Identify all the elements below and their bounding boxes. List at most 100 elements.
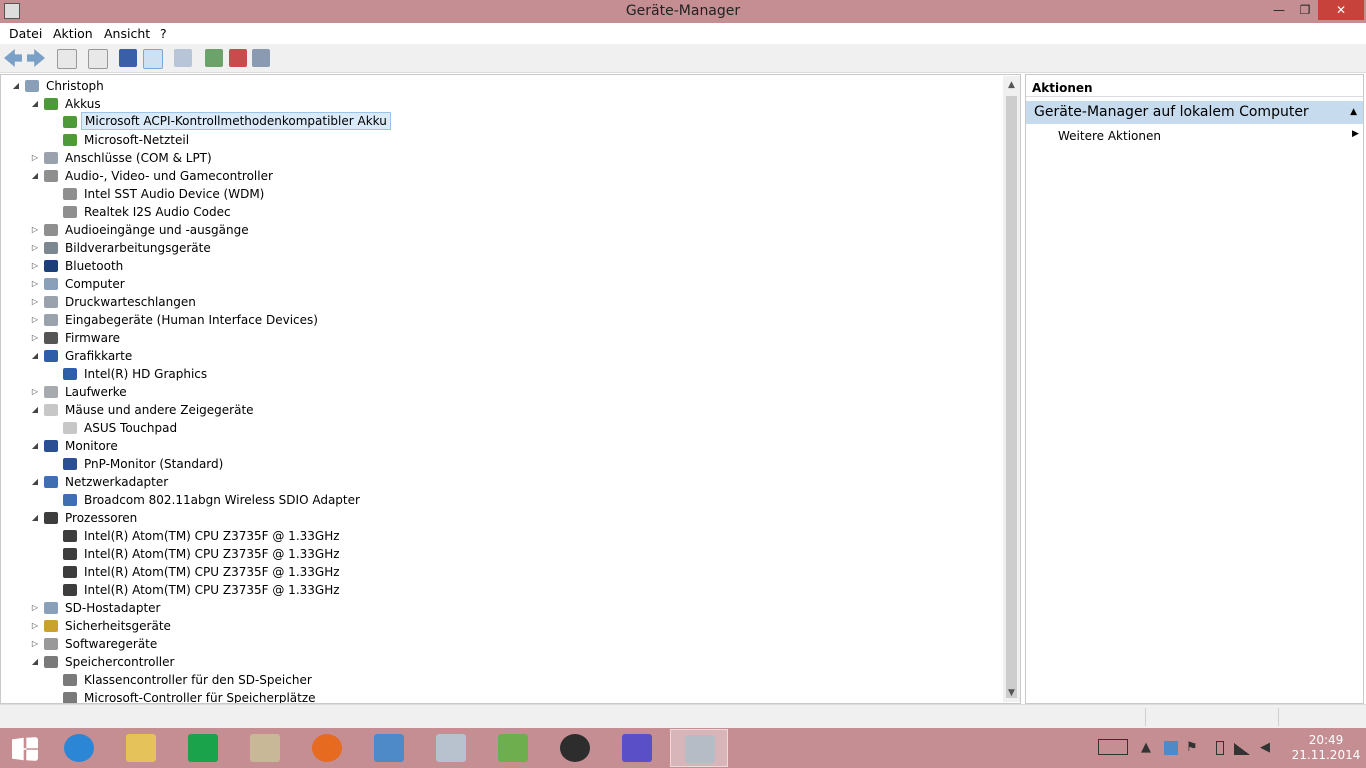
hid-icon bbox=[44, 314, 58, 326]
actions-section-header[interactable]: Geräte-Manager auf lokalem Computer ▲ bbox=[1026, 101, 1363, 124]
scroll-up-icon[interactable]: ▲ bbox=[1003, 80, 1020, 90]
properties-icon[interactable] bbox=[143, 49, 163, 69]
submenu-arrow-icon[interactable]: ▶ bbox=[1352, 129, 1359, 139]
menu-datei[interactable]: Datei bbox=[9, 26, 42, 41]
expand-arrow-icon[interactable]: ▷ bbox=[30, 149, 40, 167]
collapse-arrow-icon[interactable]: ◢ bbox=[11, 77, 21, 95]
taskbar-spotify[interactable] bbox=[546, 729, 604, 767]
tree-node-label: Anschlüsse (COM & LPT) bbox=[65, 151, 212, 165]
taskbar-resource-monitor[interactable] bbox=[422, 729, 480, 767]
collapse-arrow-icon[interactable]: ◢ bbox=[30, 167, 40, 185]
speaker-icon bbox=[63, 188, 77, 200]
printer-icon bbox=[44, 296, 58, 308]
up-level-icon[interactable] bbox=[57, 49, 77, 69]
tree-node-label: Audioeingänge und -ausgänge bbox=[65, 223, 249, 237]
firefox-icon bbox=[312, 734, 342, 762]
actions-pane: Aktionen Geräte-Manager auf lokalem Comp… bbox=[1025, 74, 1364, 704]
back-icon[interactable] bbox=[4, 49, 22, 67]
expand-arrow-icon[interactable]: ▷ bbox=[30, 293, 40, 311]
taskbar-control-panel[interactable] bbox=[360, 729, 418, 767]
title-bar: Geräte-Manager — ❐ ✕ bbox=[0, 0, 1366, 23]
more-actions-link[interactable]: Weitere Aktionen bbox=[1058, 129, 1161, 143]
tree-node-label: Eingabegeräte (Human Interface Devices) bbox=[65, 313, 318, 327]
security-icon bbox=[44, 620, 58, 632]
tree-node-label: Sicherheitsgeräte bbox=[65, 619, 171, 633]
menu-ansicht[interactable]: Ansicht bbox=[104, 26, 150, 41]
taskbar-store[interactable] bbox=[174, 729, 232, 767]
expand-arrow-icon[interactable]: ▷ bbox=[30, 311, 40, 329]
collapse-arrow-icon[interactable]: ◢ bbox=[30, 509, 40, 527]
expand-arrow-icon[interactable]: ▷ bbox=[30, 635, 40, 653]
flag-icon[interactable]: ⚑ bbox=[1186, 740, 1198, 755]
taskbar-file-explorer[interactable] bbox=[112, 729, 170, 767]
signal-icon[interactable] bbox=[1234, 743, 1250, 755]
menu-aktion[interactable]: Aktion bbox=[53, 26, 93, 41]
spotify-icon bbox=[560, 734, 590, 762]
uninstall-icon[interactable] bbox=[229, 49, 247, 67]
keyboard-icon[interactable] bbox=[1098, 739, 1128, 755]
collapse-arrow-icon[interactable]: ◢ bbox=[30, 437, 40, 455]
collapse-icon[interactable]: ▲ bbox=[1350, 101, 1357, 124]
tree-node-label: Netzwerkadapter bbox=[65, 475, 169, 489]
taskbar-disk-cleanup[interactable] bbox=[484, 729, 542, 767]
taskbar-settings[interactable] bbox=[608, 729, 666, 767]
collapse-arrow-icon[interactable]: ◢ bbox=[30, 653, 40, 671]
expand-arrow-icon[interactable]: ▷ bbox=[30, 257, 40, 275]
show-hide-tree-icon[interactable] bbox=[88, 49, 108, 69]
actions-header: Aktionen bbox=[1026, 75, 1363, 97]
tree-node-label: Audio-, Video- und Gamecontroller bbox=[65, 169, 273, 183]
tree-node-label: Grafikkarte bbox=[65, 349, 133, 363]
tree-node-label: Bildverarbeitungsgeräte bbox=[65, 241, 211, 255]
expand-arrow-icon[interactable]: ▷ bbox=[30, 599, 40, 617]
expand-arrow-icon[interactable]: ▷ bbox=[30, 239, 40, 257]
scroll-thumb[interactable] bbox=[1006, 96, 1017, 698]
mouse-icon bbox=[44, 404, 58, 416]
tree-node-label: Bluetooth bbox=[65, 259, 124, 273]
windows-logo-icon bbox=[12, 737, 38, 761]
tree-scrollbar[interactable]: ▲ ▼ bbox=[1003, 76, 1020, 702]
scroll-down-icon[interactable]: ▼ bbox=[1003, 688, 1020, 698]
battery-tray-icon[interactable] bbox=[1216, 741, 1224, 755]
update-driver-icon[interactable] bbox=[205, 49, 223, 67]
store-icon bbox=[188, 734, 218, 762]
show-hidden-icons-icon[interactable]: ▲ bbox=[1141, 740, 1151, 755]
expand-arrow-icon[interactable]: ▷ bbox=[30, 329, 40, 347]
tree-node-label: Speichercontroller bbox=[65, 655, 175, 669]
collapse-arrow-icon[interactable]: ◢ bbox=[30, 347, 40, 365]
expand-arrow-icon[interactable]: ▷ bbox=[30, 617, 40, 635]
collapse-arrow-icon[interactable]: ◢ bbox=[30, 95, 40, 113]
menu-help[interactable]: ? bbox=[160, 26, 167, 41]
help-icon[interactable] bbox=[119, 49, 137, 67]
toolbar bbox=[0, 44, 1366, 73]
clock-time: 20:49 bbox=[1308, 733, 1344, 747]
disable-device-icon[interactable] bbox=[252, 49, 270, 67]
control-panel-icon bbox=[374, 734, 404, 762]
close-button[interactable]: ✕ bbox=[1318, 0, 1364, 20]
storage-controller-icon bbox=[44, 656, 58, 668]
clock[interactable]: 20:49 21.11.2014 bbox=[1290, 733, 1362, 763]
expand-arrow-icon[interactable]: ▷ bbox=[30, 221, 40, 239]
network-tray-icon[interactable] bbox=[1164, 741, 1178, 755]
device-tree: ◢ Christoph ◢ Akkus Microsoft ACPI-Kontrollm… bbox=[0, 74, 1021, 704]
tree-node-label: Intel(R) Atom(TM) CPU Z3735F @ 1.33GHz bbox=[84, 583, 340, 597]
taskbar-device-manager[interactable] bbox=[670, 729, 728, 767]
expand-arrow-icon[interactable]: ▷ bbox=[30, 275, 40, 293]
sd-icon bbox=[44, 602, 58, 614]
drive-icon bbox=[44, 386, 58, 398]
collapse-arrow-icon[interactable]: ◢ bbox=[30, 401, 40, 419]
forward-icon[interactable] bbox=[27, 49, 45, 67]
maximize-button[interactable]: ❐ bbox=[1292, 0, 1318, 20]
taskbar-internet-explorer[interactable] bbox=[50, 729, 108, 767]
minimize-button[interactable]: — bbox=[1266, 0, 1292, 20]
scan-hardware-icon[interactable] bbox=[174, 49, 192, 67]
tree-node-label: Intel(R) Atom(TM) CPU Z3735F @ 1.33GHz bbox=[84, 547, 340, 561]
taskbar-tool[interactable] bbox=[236, 729, 294, 767]
expand-arrow-icon[interactable]: ▷ bbox=[30, 383, 40, 401]
monitor-icon bbox=[44, 440, 58, 452]
tree-node-label: Intel(R) Atom(TM) CPU Z3735F @ 1.33GHz bbox=[84, 565, 340, 579]
volume-icon[interactable]: ◀ bbox=[1260, 740, 1270, 755]
taskbar-firefox[interactable] bbox=[298, 729, 356, 767]
collapse-arrow-icon[interactable]: ◢ bbox=[30, 473, 40, 491]
tree-node-label: Broadcom 802.11abgn Wireless SDIO Adapte… bbox=[84, 493, 360, 507]
tree-node-label: Prozessoren bbox=[65, 511, 138, 525]
